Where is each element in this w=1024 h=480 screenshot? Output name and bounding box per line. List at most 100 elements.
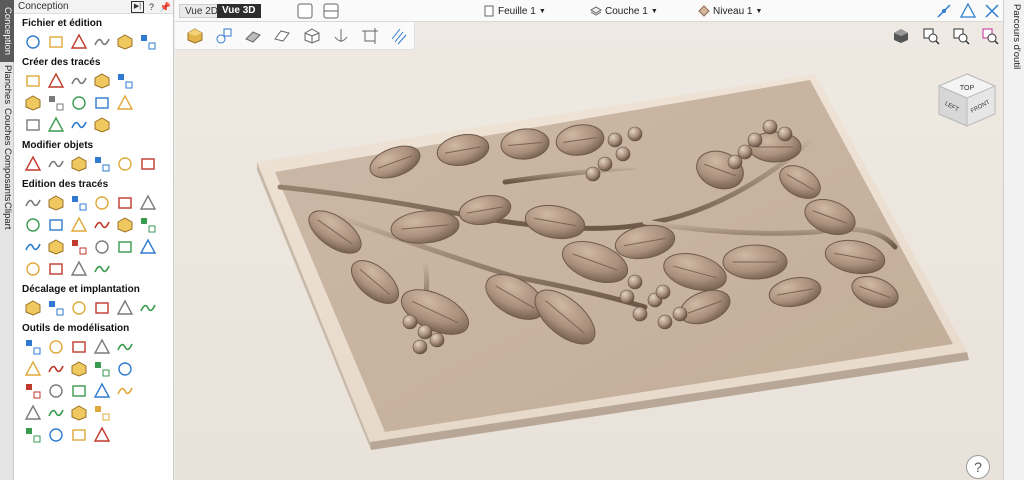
view-3d-button[interactable]: Vue 3D [217,4,261,18]
pyramid-button[interactable] [114,337,136,357]
wave-button[interactable] [68,237,90,257]
layer-dropdown[interactable]: Couche 1 ▼ [590,5,658,17]
mirror-button[interactable] [114,154,136,174]
snap-tool-icon[interactable] [935,2,953,20]
tab-composants[interactable]: Composants [0,148,14,201]
view-cube[interactable]: TOP LEFT FRONT [937,73,997,127]
slot-button[interactable] [45,259,67,279]
layers-button[interactable] [137,32,159,52]
ribbon-button[interactable] [114,359,136,379]
shapes-view-button[interactable] [210,26,238,46]
tab-planches[interactable]: Planches [0,64,14,106]
nest-button[interactable] [45,298,67,318]
layout-button[interactable] [137,298,159,318]
material-view-button[interactable] [239,26,267,46]
text-arc-button[interactable] [68,115,90,135]
node-tool-icon[interactable] [983,2,1001,20]
offset-shape-button[interactable] [22,298,44,318]
merge-button[interactable] [45,403,67,423]
star-button[interactable] [114,71,136,91]
zoom-window-icon[interactable] [922,27,940,45]
array-button[interactable] [68,298,90,318]
close-path-button[interactable] [137,193,159,213]
arrow-button[interactable] [91,259,113,279]
texture-button[interactable] [22,381,44,401]
settings-gear-button[interactable] [114,32,136,52]
help-icon[interactable]: ? [145,1,158,13]
shaded-view-button[interactable] [181,26,209,46]
image-trace-button[interactable] [91,115,113,135]
dimension-button[interactable] [114,93,136,113]
cut-button[interactable] [68,403,90,423]
plate-button[interactable] [22,425,44,445]
crop-button[interactable] [22,32,44,52]
3d-viewport[interactable]: TOP LEFT FRONT [175,22,1003,480]
hatch-view-button[interactable] [385,26,413,46]
single-view-icon[interactable] [297,3,313,19]
twist-button[interactable] [45,359,67,379]
node-edit-button[interactable] [45,193,67,213]
tab-couches[interactable]: Couches [0,108,14,146]
rounded-rect-button[interactable] [22,259,44,279]
align-button[interactable] [68,154,90,174]
sculpt-button[interactable] [68,381,90,401]
extrude-button[interactable] [91,337,113,357]
group-button[interactable] [137,154,159,174]
crop-view-button[interactable] [356,26,384,46]
circle-button[interactable] [22,71,44,91]
wireframe-view-button[interactable] [298,26,326,46]
polyline-button[interactable] [22,93,44,113]
check-button[interactable] [137,215,159,235]
export-button[interactable] [91,32,113,52]
join-button[interactable] [91,237,113,257]
sheet-dropdown[interactable]: Feuille 1 ▼ [483,5,546,17]
subtract-button[interactable] [45,215,67,235]
fold-button[interactable] [45,425,67,445]
transform-button[interactable] [22,154,44,174]
split-view-icon[interactable] [323,3,339,19]
zoom-selection-icon[interactable] [981,27,999,45]
zoom-all-icon[interactable] [952,27,970,45]
offset-button[interactable] [91,215,113,235]
level-dropdown[interactable]: Niveau 1 ▼ [698,5,762,17]
cube-button[interactable] [22,403,44,423]
curve-button[interactable] [45,237,67,257]
validate-button[interactable] [137,237,159,257]
open-file-button[interactable] [45,32,67,52]
node-add-button[interactable] [68,193,90,213]
dome-button[interactable] [68,337,90,357]
rectangle-button[interactable] [68,71,90,91]
draw-tool-icon[interactable] [959,2,977,20]
stamp-button[interactable] [91,359,113,379]
text-on-curve-button[interactable] [45,115,67,135]
mold-button[interactable] [68,359,90,379]
qr-button[interactable] [114,298,136,318]
spiral-button[interactable] [68,93,90,113]
rotate-button[interactable] [91,154,113,174]
copy-along-button[interactable] [91,298,113,318]
bevel-button[interactable] [91,403,113,423]
ellipse-button[interactable] [45,71,67,91]
trim-button[interactable] [114,215,136,235]
pin-icon[interactable]: 📌 [159,1,172,13]
box-button[interactable] [68,425,90,445]
scale-button[interactable] [45,154,67,174]
help-button[interactable]: ? [966,455,990,479]
smooth-button[interactable] [91,381,113,401]
cylinder-button[interactable] [22,359,44,379]
tab-clipart[interactable]: Clipart [0,202,14,229]
collapse-icon[interactable]: ▶| [131,0,144,13]
node-cut-button[interactable] [114,193,136,213]
intersect-button[interactable] [68,215,90,235]
tab-conception[interactable]: Conception [0,0,14,62]
anchor-button[interactable] [327,26,355,46]
plane-view-button[interactable] [268,26,296,46]
chamfer-button[interactable] [68,259,90,279]
text-button[interactable] [22,115,44,135]
tab-toolpaths[interactable]: Parcours d'outil [1011,4,1022,69]
render-cube-icon[interactable] [892,27,910,45]
fillet-button[interactable] [22,237,44,257]
import-vector-button[interactable] [114,237,136,257]
polygon-button[interactable] [91,71,113,91]
arc-button[interactable] [45,93,67,113]
